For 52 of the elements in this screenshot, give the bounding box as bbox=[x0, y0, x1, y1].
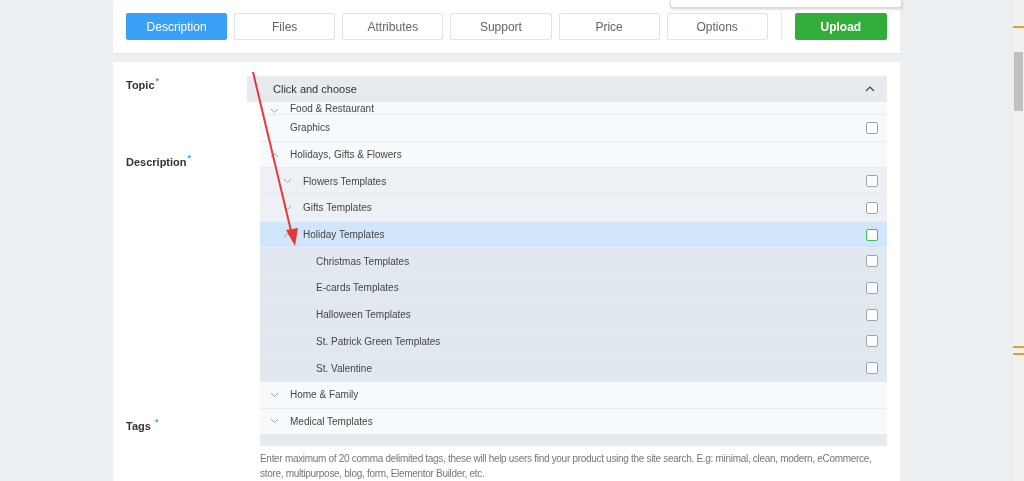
tab[interactable]: Options bbox=[666, 13, 768, 40]
tree-item-label: E-cards Templates bbox=[316, 282, 400, 294]
checkbox[interactable] bbox=[866, 362, 878, 375]
checkbox[interactable] bbox=[866, 308, 878, 321]
tree-item-label: Holiday Templates bbox=[303, 229, 386, 241]
tree-item-label: Holidays, Gifts & Flowers bbox=[290, 149, 403, 161]
tab[interactable]: Price bbox=[558, 13, 660, 40]
tree-item-label: Food & Restaurant bbox=[290, 103, 375, 114]
tree-item-label: Home & Family bbox=[290, 389, 360, 401]
field-label: Description$^{*}$ bbox=[126, 152, 193, 168]
tree-item-label: Graphics bbox=[290, 122, 331, 134]
expand-chevron-icon[interactable] bbox=[270, 108, 279, 114]
tree-row[interactable]: E-cards Templates bbox=[260, 275, 887, 302]
collapse-chevron-icon[interactable] bbox=[865, 86, 875, 92]
checkbox[interactable] bbox=[866, 175, 878, 188]
tree-row[interactable]: Gifts Templates bbox=[260, 195, 887, 222]
checkbox[interactable] bbox=[866, 281, 878, 294]
tab[interactable]: Attributes bbox=[342, 13, 444, 40]
tree-row[interactable]: Christmas Templates bbox=[260, 248, 887, 276]
field-label: Tags $^{*}$ bbox=[126, 417, 160, 432]
expand-chevron-icon[interactable] bbox=[270, 418, 279, 425]
topic-dropdown[interactable]: Click and choose bbox=[247, 76, 887, 102]
tree-row[interactable]: St. Valentine bbox=[260, 355, 887, 382]
checkbox[interactable] bbox=[866, 335, 878, 348]
checkbox[interactable] bbox=[866, 201, 878, 214]
tree-item-label: Christmas Templates bbox=[316, 255, 411, 267]
tree-item-label: Medical Templates bbox=[290, 415, 374, 427]
tree-row[interactable]: Food & Restaurant bbox=[260, 102, 887, 115]
help-text: Enter maximum of 20 comma delimited tags, these will help users find your product using the site search. E.g: minimal, clean, modern, eCommerce, store, multipurpose, blog, form, Elementor Builder, etc. bbox=[260, 452, 873, 481]
tree-row[interactable]: St. Patrick Green Templates bbox=[260, 328, 887, 356]
tree-item-label: St. Valentine bbox=[316, 362, 373, 374]
expand-chevron-icon[interactable] bbox=[283, 178, 292, 185]
tree-item-label: Flowers Templates bbox=[303, 175, 388, 187]
scrollbar[interactable] bbox=[1013, 0, 1024, 481]
tree-row[interactable]: Home & Family bbox=[260, 381, 887, 409]
checkbox[interactable] bbox=[866, 121, 878, 134]
tree-row[interactable]: Graphics bbox=[260, 115, 887, 142]
tree-row[interactable]: Holidays, Gifts & Flowers bbox=[260, 141, 887, 169]
tree-row[interactable]: Halloween Templates bbox=[260, 301, 887, 329]
tree-item-label: Halloween Templates bbox=[316, 309, 412, 321]
tree-row[interactable]: Medical Templates bbox=[260, 408, 887, 436]
checkbox[interactable] bbox=[866, 255, 878, 268]
collapse-chevron-icon[interactable] bbox=[270, 151, 279, 158]
expand-chevron-icon[interactable] bbox=[270, 391, 279, 398]
tab[interactable]: Support bbox=[450, 13, 552, 40]
tab[interactable]: Files bbox=[234, 13, 336, 40]
checkbox[interactable] bbox=[866, 228, 878, 241]
tree-row[interactable]: Holiday Templates bbox=[260, 221, 887, 249]
tree-row[interactable]: Flowers Templates bbox=[260, 168, 887, 196]
field-label: Topic$^{*}$ bbox=[126, 76, 161, 91]
tree-item-label: Gifts Templates bbox=[303, 202, 373, 214]
tree-item-label: St. Patrick Green Templates bbox=[316, 335, 442, 347]
